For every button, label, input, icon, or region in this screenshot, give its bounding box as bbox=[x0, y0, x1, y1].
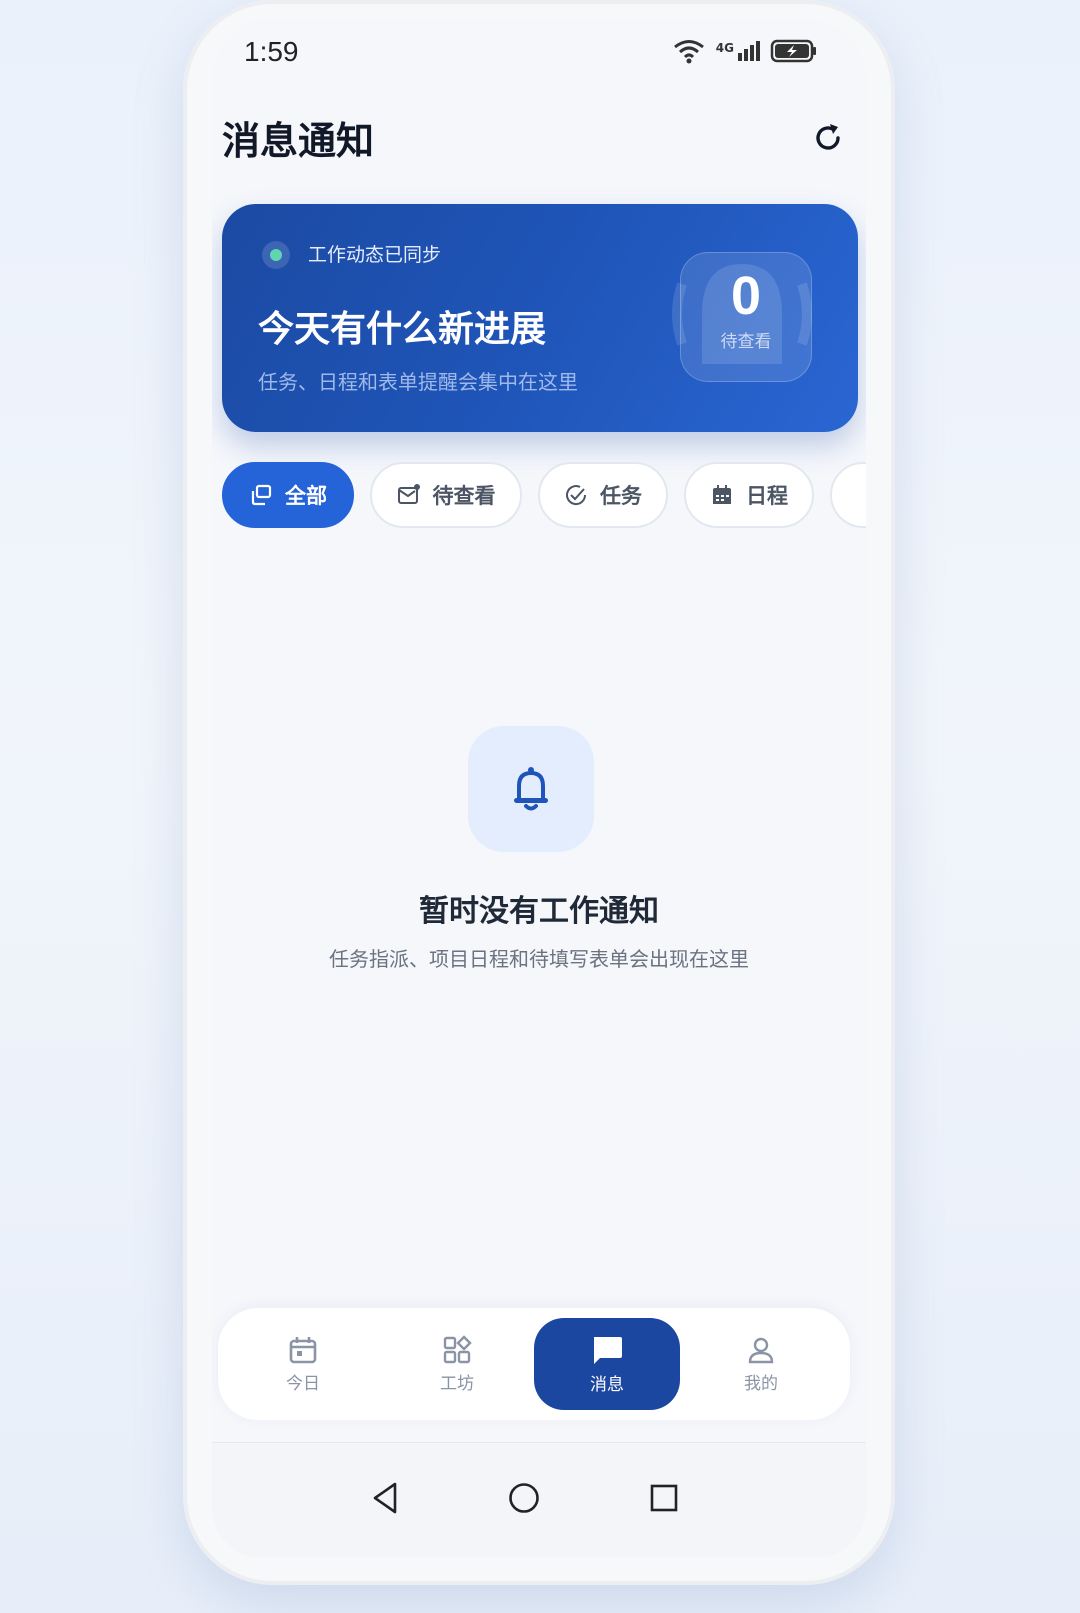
empty-state-subtitle: 任务指派、项目日程和待填写表单会出现在这里 bbox=[329, 947, 749, 971]
refresh-button[interactable] bbox=[808, 118, 848, 158]
empty-state-icon-box bbox=[468, 726, 594, 852]
filter-chip-all[interactable]: 全部 bbox=[222, 462, 354, 528]
filter-chip-tasks[interactable]: 任务 bbox=[538, 462, 668, 528]
filter-chip-label: 全部 bbox=[285, 484, 327, 508]
bell-icon bbox=[514, 767, 548, 811]
pending-count-label: 待查看 bbox=[720, 332, 772, 352]
tab-label: 工坊 bbox=[440, 1373, 474, 1394]
grid-icon bbox=[443, 1334, 472, 1363]
home-button[interactable] bbox=[499, 1473, 549, 1523]
signal-4g-icon: 4G bbox=[716, 41, 760, 61]
mail-icon bbox=[397, 484, 420, 504]
pending-count: 0 bbox=[730, 266, 762, 326]
tab-messages[interactable]: 消息 bbox=[534, 1318, 680, 1410]
filter-chips: 全部 待查看 任务 日程 bbox=[222, 462, 866, 534]
filter-chip-label: 待查看 bbox=[432, 484, 496, 508]
pending-counter[interactable]: 0 待查看 bbox=[680, 252, 812, 382]
refresh-icon bbox=[816, 124, 840, 150]
hero-subtitle: 任务、日程和表单提醒会集中在这里 bbox=[258, 370, 578, 394]
tab-label: 今日 bbox=[286, 1373, 320, 1394]
filter-chip-more[interactable] bbox=[830, 462, 866, 528]
recents-icon bbox=[650, 1484, 678, 1512]
network-label: 4G bbox=[715, 41, 734, 55]
tab-label: 我的 bbox=[744, 1373, 778, 1394]
battery-charging-icon bbox=[770, 39, 816, 63]
back-button[interactable] bbox=[360, 1473, 410, 1523]
status-time: 1:59 bbox=[244, 36, 299, 67]
chat-icon bbox=[594, 1336, 622, 1364]
filter-chip-label: 日程 bbox=[746, 484, 788, 508]
filter-chip-pending[interactable]: 待查看 bbox=[370, 462, 522, 528]
person-icon bbox=[748, 1337, 774, 1363]
check-circle-icon bbox=[566, 485, 587, 506]
status-icons: 4G bbox=[672, 38, 818, 64]
filter-chip-schedule[interactable]: 日程 bbox=[684, 462, 814, 528]
filter-chip-label: 任务 bbox=[600, 484, 642, 508]
summary-card: 工作动态已同步 今天有什么新进展 任务、日程和表单提醒会集中在这里 0 待查看 bbox=[222, 204, 858, 432]
sync-status-text: 工作动态已同步 bbox=[308, 244, 442, 266]
page-title: 消息通知 bbox=[222, 119, 375, 163]
sync-status-dot bbox=[262, 241, 290, 269]
calendar-icon bbox=[289, 1336, 317, 1363]
wifi-icon bbox=[673, 40, 704, 64]
back-icon bbox=[373, 1482, 397, 1514]
stack-icon bbox=[251, 484, 272, 506]
app-screen: 1:59 4G 消息通知 工作动态已同步 今天有什么新进展 任务、日程和表单提醒… bbox=[212, 18, 866, 1558]
tab-profile[interactable]: 我的 bbox=[688, 1318, 834, 1410]
status-bar: 1:59 4G bbox=[212, 18, 866, 88]
tab-workshop[interactable]: 工坊 bbox=[384, 1318, 530, 1410]
bottom-tab-bar: 今日 工坊 消息 我的 bbox=[218, 1308, 850, 1420]
tab-today[interactable]: 今日 bbox=[230, 1318, 376, 1410]
home-icon bbox=[509, 1483, 539, 1513]
calendar-icon bbox=[713, 485, 731, 504]
hero-headline: 今天有什么新进展 bbox=[258, 309, 547, 350]
empty-state-title: 暂时没有工作通知 bbox=[419, 894, 659, 929]
system-navigation-bar bbox=[212, 1442, 866, 1558]
tab-label: 消息 bbox=[590, 1374, 624, 1395]
recents-button[interactable] bbox=[639, 1473, 689, 1523]
